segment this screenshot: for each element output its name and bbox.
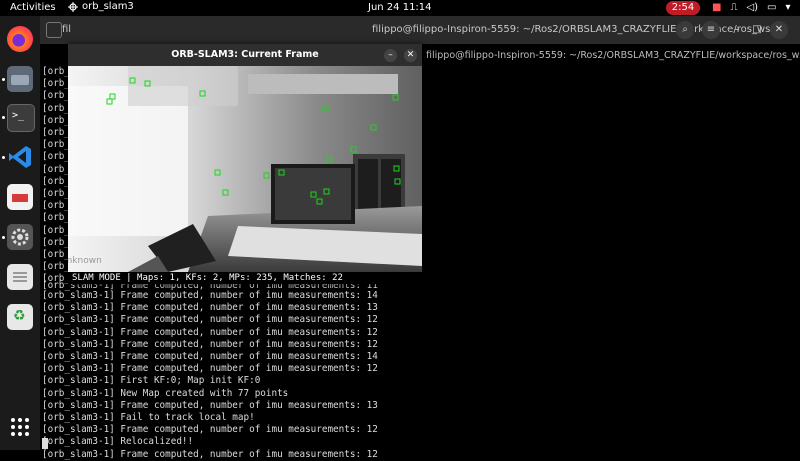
log-line: [orb_slam3-1] Frame computed, number of … xyxy=(42,314,378,326)
minimize-icon[interactable]: – xyxy=(728,21,746,39)
orb-slam-window[interactable]: ORB-SLAM3: Current Frame – ✕ nknown SLAM… xyxy=(68,44,426,284)
system-tray[interactable]: ■ ⎍ ◁) ▭ ▾ xyxy=(712,2,791,13)
close-icon[interactable]: ✕ xyxy=(404,49,417,62)
covered-log: [orb_ [orb_ [orb_ [orb_ [orb_ [orb_ [orb… xyxy=(42,66,70,286)
log-line: [orb_slam3-1] First KF:0; Map init KF:0 xyxy=(42,375,261,387)
recording-indicator[interactable]: 2:54 xyxy=(666,1,700,15)
terminal-icon[interactable]: >_ xyxy=(7,104,35,132)
app-name: orb_slam3 xyxy=(82,1,134,12)
log-prefix: [orb_ xyxy=(42,66,70,77)
minimize-icon[interactable]: – xyxy=(384,49,397,62)
dock: >_ ♻ xyxy=(0,16,40,450)
files-icon[interactable] xyxy=(7,66,33,92)
log-prefix: [orb_ xyxy=(42,151,70,163)
log-line: [orb_slam3-1] Frame computed, number of … xyxy=(42,448,378,460)
text-editor-icon[interactable] xyxy=(7,264,33,290)
log-line: [orb_slam3-1] Frame computed, number of … xyxy=(42,363,378,375)
log-line: [orb_slam3-1] Frame computed, number of … xyxy=(42,290,378,301)
document-viewer-icon[interactable] xyxy=(7,184,33,210)
log-prefix: [orb_ xyxy=(42,261,70,273)
app-grid-icon[interactable] xyxy=(7,414,33,440)
orb-window-title: ORB-SLAM3: Current Frame xyxy=(171,49,319,60)
log-line: [orb_slam3-1] New Map created with 77 po… xyxy=(42,387,289,399)
log-line: [orb_slam3-1] Frame computed, number of … xyxy=(42,302,378,314)
chevron-down-icon: ▾ xyxy=(785,2,791,13)
activities-button[interactable]: Activities xyxy=(10,2,56,13)
new-tab-button[interactable] xyxy=(46,22,62,38)
camera-frame-image xyxy=(68,66,422,272)
search-icon[interactable]: ⌕ xyxy=(676,21,694,39)
trash-icon[interactable]: ♻ xyxy=(7,304,33,330)
log-line: [orb_slam3-1] Frame computed, number of … xyxy=(42,424,378,436)
close-icon[interactable]: ✕ xyxy=(770,21,788,39)
settings-icon[interactable] xyxy=(7,224,33,250)
terminal-header: fil filippo@filippo-Inspiron-5559: ~/Ros… xyxy=(40,16,800,44)
maximize-icon[interactable]: □ xyxy=(748,21,766,39)
log-prefix: [orb_ xyxy=(42,249,70,261)
clock[interactable]: Jun 24 11:14 xyxy=(368,2,432,13)
terminal-output: [orb_slam3-1] Frame computed, number of … xyxy=(42,290,800,461)
log-line: [orb_slam3-1] Fail to track local map! xyxy=(42,412,255,424)
vscode-icon[interactable] xyxy=(7,144,33,170)
volume-icon: ◁) xyxy=(746,2,759,13)
camera-frame: Unknown xyxy=(68,66,422,272)
log-line: [orb_slam3-1] Frame computed, number of … xyxy=(42,399,378,411)
background-window-title: filippo@filippo-Inspiron-5559: ~/Ros2/OR… xyxy=(426,50,800,61)
log-prefix: [orb_ xyxy=(42,236,70,248)
tracking-state-label: Unknown xyxy=(68,256,102,266)
log-prefix: [orb_ xyxy=(42,175,70,187)
log-prefix: [orb_ xyxy=(42,200,70,212)
app-menu[interactable]: orb_slam3 xyxy=(68,1,134,12)
firefox-icon[interactable] xyxy=(7,26,33,52)
log-prefix: [orb_ xyxy=(42,188,70,200)
record-stop-icon[interactable]: ■ xyxy=(712,2,721,13)
log-line: [orb_slam3-1] Frame computed, number of … xyxy=(42,351,378,363)
battery-icon: ▭ xyxy=(767,2,777,13)
log-prefix: [orb_ xyxy=(42,114,70,126)
gear-cluster-icon xyxy=(68,1,78,12)
log-prefix: [orb_ xyxy=(42,78,70,90)
orb-window-header: ORB-SLAM3: Current Frame – ✕ xyxy=(68,44,422,66)
log-prefix: [orb_ xyxy=(42,102,70,114)
cursor xyxy=(42,438,48,449)
log-line: [orb_slam3-1] Frame computed, number of … xyxy=(42,338,378,350)
menu-icon[interactable]: ≡ xyxy=(702,21,720,39)
log-prefix: [orb_ xyxy=(42,163,70,175)
terminal-tab[interactable]: fil xyxy=(62,24,71,35)
log-prefix: [orb_ xyxy=(42,127,70,139)
log-prefix: [orb_ xyxy=(42,212,70,224)
network-icon: ⎍ xyxy=(730,2,738,13)
log-line: [orb_slam3-1] Relocalized!! xyxy=(42,436,194,448)
log-prefix: [orb_ xyxy=(42,224,70,236)
top-bar: Activities orb_slam3 Jun 24 11:14 2:54 ■… xyxy=(0,0,800,16)
log-prefix: [orb_ xyxy=(42,90,70,102)
log-line: [orb_slam3-1] Frame computed, number of … xyxy=(42,326,378,338)
log-prefix: [orb_ xyxy=(42,139,70,151)
slam-status-bar: SLAM MODE | Maps: 1, KFs: 2, MPs: 235, M… xyxy=(68,272,426,284)
